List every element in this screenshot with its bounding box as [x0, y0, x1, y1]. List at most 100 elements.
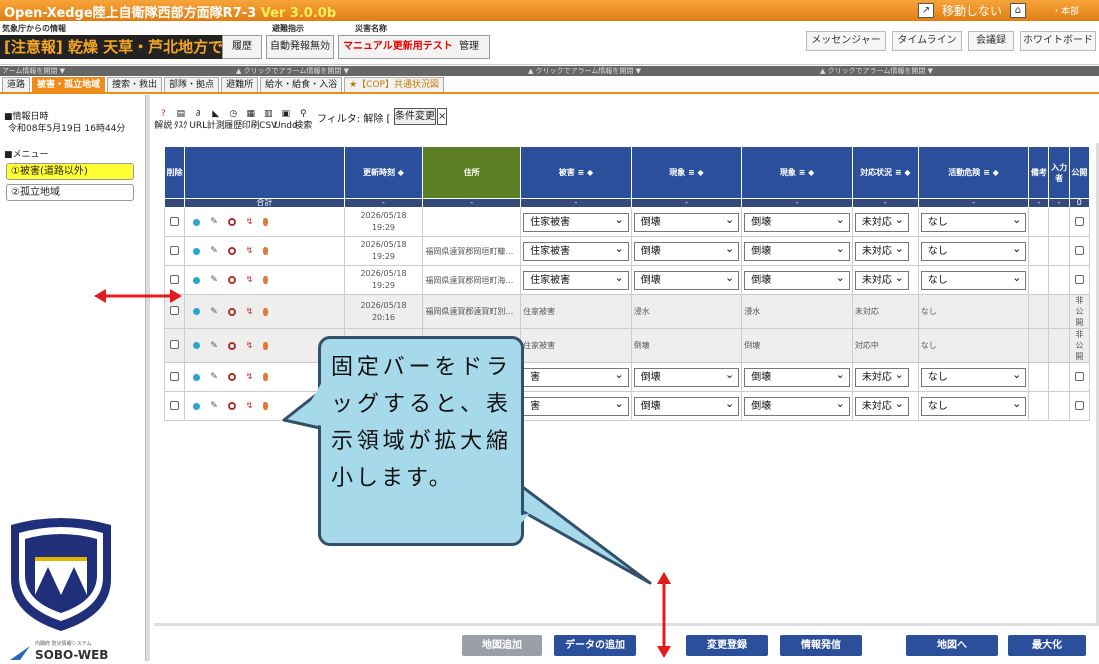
delete-checkbox[interactable]: [170, 274, 180, 284]
tool-2[interactable]: ∂ URL: [189, 109, 207, 135]
edit-icon[interactable]: ✎: [210, 372, 218, 382]
map-pin-icon[interactable]: [193, 373, 201, 381]
map-pin-icon[interactable]: [193, 402, 201, 410]
col-public[interactable]: 公開: [1068, 146, 1091, 199]
status-select[interactable]: 未対応: [854, 395, 909, 416]
edit-icon[interactable]: ✎: [210, 341, 218, 351]
disaster-mode[interactable]: マニュアル更新用テスト 管理: [338, 35, 490, 59]
tool-4[interactable]: ◷ 履歴: [224, 109, 242, 135]
alarm-bar[interactable]: アーム情報を開閉 ▼ ▲ クリックでアラーム情報を開閉 ▼ ▲ クリックでアラー…: [0, 66, 1099, 76]
col-damage[interactable]: 被害 ≡ ◆: [520, 146, 632, 199]
status-select[interactable]: 未対応: [854, 269, 909, 290]
ph1-select[interactable]: 倒壊: [633, 366, 740, 387]
edit-icon[interactable]: ✎: [210, 307, 218, 317]
col-updated[interactable]: 更新時刻 ◆: [343, 146, 424, 199]
col-inputter[interactable]: 入力者: [1048, 146, 1070, 199]
tab-road[interactable]: 道路: [2, 77, 31, 92]
whiteboard-button[interactable]: ホワイトボード: [1020, 31, 1096, 51]
person-icon[interactable]: ↯: [246, 217, 254, 227]
attachment-icon[interactable]: [263, 402, 269, 410]
person-icon[interactable]: ↯: [246, 307, 254, 317]
map-add-button[interactable]: 地図追加: [462, 635, 542, 656]
tab-rescue[interactable]: 捜索・救出: [107, 77, 163, 92]
manage-button[interactable]: 管理: [459, 41, 479, 52]
tool-5[interactable]: ▦ 印刷: [242, 109, 260, 135]
col-risk[interactable]: 活動危険 ≡ ◆: [917, 146, 1030, 199]
alarm-toggle[interactable]: アーム情報を開閉 ▼: [2, 66, 65, 76]
ph1-select[interactable]: 倒壊: [633, 269, 740, 290]
delete-checkbox[interactable]: [170, 371, 180, 381]
risk-select[interactable]: なし: [920, 395, 1027, 416]
risk-select[interactable]: なし: [920, 240, 1027, 261]
ph2-select[interactable]: 倒壊: [744, 395, 850, 416]
history-button[interactable]: 履歴: [222, 35, 262, 59]
edit-icon[interactable]: ✎: [210, 401, 218, 411]
minutes-button[interactable]: 会議録: [968, 31, 1014, 51]
edit-icon[interactable]: ✎: [210, 246, 218, 256]
move-toggle-icon[interactable]: ↗: [917, 3, 934, 18]
send-info-button[interactable]: 情報発信: [780, 635, 862, 656]
edit-icon[interactable]: ✎: [210, 275, 218, 285]
attachment-icon[interactable]: [263, 307, 269, 316]
col-phenomenon-2[interactable]: 現象 ≡ ◆: [741, 146, 853, 199]
map-pin-icon[interactable]: [193, 218, 201, 226]
to-map-button[interactable]: 地図へ: [906, 635, 998, 656]
public-checkbox[interactable]: [1074, 371, 1084, 381]
ph2-select[interactable]: 倒壊: [744, 211, 850, 232]
ph1-select[interactable]: 倒壊: [633, 240, 740, 261]
attachment-icon[interactable]: [263, 373, 269, 381]
status-select[interactable]: 未対応: [854, 366, 909, 387]
public-checkbox[interactable]: [1074, 274, 1084, 284]
person-icon[interactable]: ↯: [246, 372, 254, 382]
ph1-select[interactable]: 倒壊: [633, 395, 740, 416]
attachment-icon[interactable]: [263, 276, 269, 284]
risk-select[interactable]: なし: [920, 211, 1027, 232]
maximize-button[interactable]: 最大化: [1008, 635, 1086, 656]
person-icon[interactable]: ↯: [246, 401, 254, 411]
attachment-icon[interactable]: [263, 218, 269, 226]
damage-select[interactable]: 害: [523, 395, 629, 416]
delete-checkbox[interactable]: [170, 340, 180, 349]
damage-select[interactable]: 住家被害: [523, 269, 629, 290]
attachment-icon[interactable]: [263, 247, 269, 255]
tool-1[interactable]: ▤ ﾀｽｸ: [174, 109, 189, 135]
tab-units[interactable]: 部隊・拠点: [164, 77, 220, 92]
col-address[interactable]: 住所: [422, 146, 522, 199]
history-icon[interactable]: [227, 373, 236, 381]
move-label[interactable]: 移動しない: [942, 2, 1002, 19]
filter-change-button[interactable]: 条件変更: [394, 108, 436, 125]
status-select[interactable]: 未対応: [854, 211, 909, 232]
ph2-select[interactable]: 倒壊: [744, 366, 850, 387]
ph1-select[interactable]: 倒壊: [633, 211, 740, 232]
alarm-toggle[interactable]: ▲ クリックでアラーム情報を開閉 ▼: [236, 66, 349, 76]
tool-8[interactable]: ⚲ 検索: [294, 109, 312, 135]
public-checkbox[interactable]: [1074, 216, 1084, 226]
tool-7[interactable]: ▣ Undo: [274, 109, 298, 135]
delete-checkbox[interactable]: [170, 400, 180, 410]
person-icon[interactable]: ↯: [246, 246, 254, 256]
col-remarks[interactable]: 備考: [1028, 146, 1050, 199]
risk-select[interactable]: なし: [920, 269, 1027, 290]
tab-shelter[interactable]: 避難所: [221, 77, 259, 92]
ph2-select[interactable]: 倒壊: [744, 269, 850, 290]
person-icon[interactable]: ↯: [246, 341, 254, 351]
timeline-button[interactable]: タイムライン: [892, 31, 962, 51]
public-checkbox[interactable]: [1074, 245, 1084, 255]
tab-damage[interactable]: 被害・孤立地域: [32, 77, 106, 92]
map-pin-icon[interactable]: [193, 308, 201, 315]
damage-select[interactable]: 住家被害: [523, 211, 629, 232]
tool-0[interactable]: ? 解説: [154, 109, 172, 135]
tool-3[interactable]: ◣ 計測: [207, 109, 225, 135]
map-pin-icon[interactable]: [193, 276, 201, 284]
damage-select[interactable]: 住家被害: [523, 240, 629, 261]
col-status[interactable]: 対応状況 ≡ ◆: [851, 146, 919, 199]
attachment-icon[interactable]: [263, 341, 269, 350]
register-button[interactable]: 変更登録: [686, 635, 768, 656]
delete-checkbox[interactable]: [170, 216, 180, 226]
menu-item-isolated[interactable]: ②孤立地域: [6, 184, 134, 201]
delete-checkbox[interactable]: [170, 306, 180, 315]
weather-warning[interactable]: [注意報] 乾燥 天草・芦北地方で: [0, 35, 222, 59]
history-icon[interactable]: [227, 276, 236, 284]
person-icon[interactable]: ↯: [246, 275, 254, 285]
ph2-select[interactable]: 倒壊: [744, 240, 850, 261]
